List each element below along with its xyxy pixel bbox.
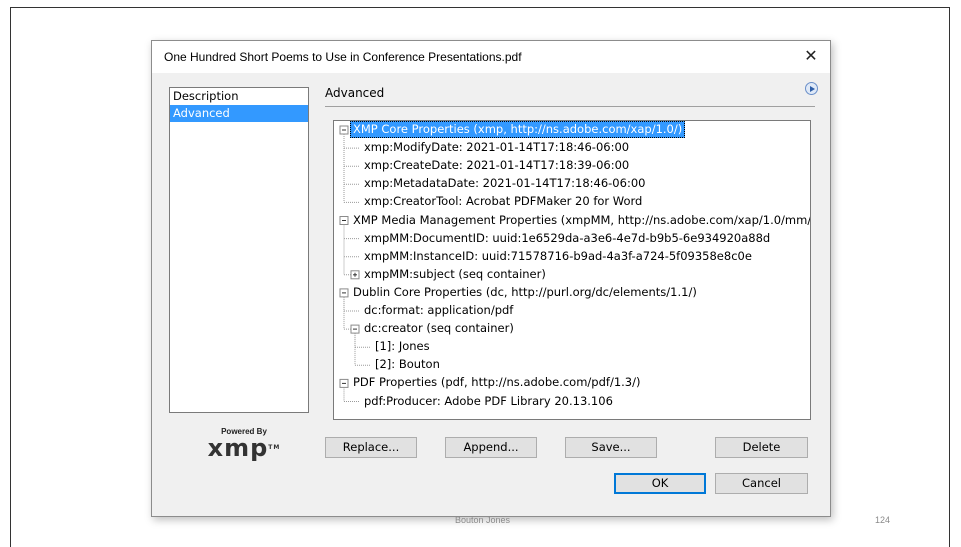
tree-property-node[interactable]: xmpMM:subject (seq container) [362, 267, 548, 282]
section-divider [325, 106, 815, 107]
tree-property-node[interactable]: xmp:ModifyDate: 2021-01-14T17:18:46-06:0… [362, 140, 631, 155]
logo-tm: TM [268, 444, 281, 451]
section-title: Advanced [325, 86, 385, 100]
collapse-icon[interactable] [339, 288, 349, 298]
right-arrow-circle-icon[interactable] [805, 82, 818, 95]
tree-property-node[interactable]: xmp:MetadataDate: 2021-01-14T17:18:46-06… [362, 176, 647, 191]
replace-button[interactable]: Replace... [325, 437, 417, 458]
list-item-description[interactable]: Description [170, 88, 308, 105]
tree-property-node[interactable]: dc:format: application/pdf [362, 303, 515, 318]
slide-footer: Bouton Jones [455, 515, 511, 525]
close-icon[interactable]: ✕ [800, 46, 822, 68]
cancel-button[interactable]: Cancel [715, 473, 808, 494]
append-button[interactable]: Append... [445, 437, 537, 458]
expand-icon[interactable] [350, 270, 360, 280]
tree-property-node[interactable]: xmp:CreateDate: 2021-01-14T17:18:39-06:0… [362, 158, 631, 173]
collapse-icon[interactable] [339, 378, 349, 388]
tree-property-node[interactable]: xmpMM:DocumentID: uuid:1e6529da-a3e6-4e7… [362, 231, 772, 246]
slide-page-number: 124 [875, 515, 891, 525]
dialog-title: One Hundred Short Poems to Use in Confer… [164, 50, 522, 64]
collapse-icon[interactable] [339, 125, 349, 135]
delete-button[interactable]: Delete [715, 437, 808, 458]
tree-group-node[interactable]: Dublin Core Properties (dc, http://purl.… [351, 285, 699, 300]
tree-property-node[interactable]: [1]: Jones [373, 339, 432, 354]
tree-property-node[interactable]: xmpMM:InstanceID: uuid:71578716-b9ad-4a3… [362, 249, 754, 264]
xmp-properties-dialog: One Hundred Short Poems to Use in Confer… [151, 40, 831, 517]
collapse-icon[interactable] [350, 324, 360, 334]
metadata-tree: XMP Core Properties (xmp, http://ns.adob… [333, 120, 811, 420]
tree-property-node[interactable]: xmp:CreatorTool: Acrobat PDFMaker 20 for… [362, 194, 644, 209]
category-list: Description Advanced [169, 87, 309, 413]
list-item-advanced[interactable]: Advanced [170, 105, 308, 122]
save-button[interactable]: Save... [565, 437, 657, 458]
xmp-logo: Powered By xmpTM [204, 427, 284, 467]
collapse-icon[interactable] [339, 216, 349, 225]
tree-group-node[interactable]: XMP Core Properties (xmp, http://ns.adob… [350, 121, 686, 138]
tree-property-node[interactable]: [2]: Bouton [373, 357, 442, 372]
tree-group-node[interactable]: XMP Media Management Properties (xmpMM, … [351, 213, 810, 228]
logo-mark: xmpTM [204, 436, 284, 460]
logo-mark-text: xmp [207, 434, 269, 462]
dialog-titlebar: One Hundred Short Poems to Use in Confer… [152, 41, 830, 73]
ok-button[interactable]: OK [614, 473, 706, 494]
tree-property-node[interactable]: pdf:Producer: Adobe PDF Library 20.13.10… [362, 394, 615, 409]
tree-group-node[interactable]: PDF Properties (pdf, http://ns.adobe.com… [351, 375, 642, 390]
tree-property-node[interactable]: dc:creator (seq container) [362, 321, 516, 336]
